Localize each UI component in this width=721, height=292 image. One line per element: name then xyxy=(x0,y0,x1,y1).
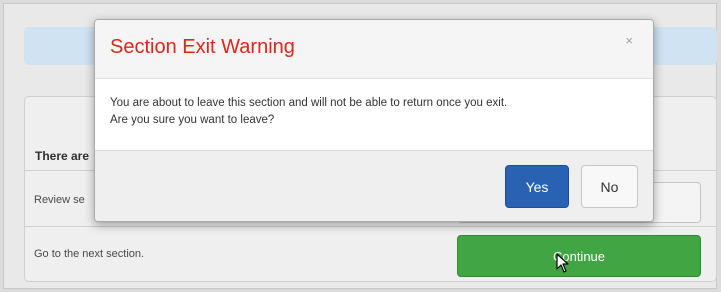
dialog-message: You are about to leave this section and … xyxy=(110,95,630,129)
dialog-title: Section Exit Warning xyxy=(110,36,295,58)
next-section-text: Go to the next section. xyxy=(34,248,145,260)
continue-button[interactable]: Continue xyxy=(457,235,701,277)
exit-warning-dialog: Section Exit Warning × You are about to … xyxy=(94,19,654,222)
dialog-message-line2: Are you sure you want to leave? xyxy=(110,114,275,126)
next-section-row: Go to the next section. Continue xyxy=(25,226,716,282)
yes-button[interactable]: Yes xyxy=(505,165,569,208)
dialog-header: Section Exit Warning × xyxy=(95,20,653,79)
close-icon[interactable]: × xyxy=(625,33,633,48)
panel-heading: There are xyxy=(35,149,90,163)
mouse-pointer-icon xyxy=(556,253,569,273)
dialog-message-line1: You are about to leave this section and … xyxy=(110,97,508,109)
no-button[interactable]: No xyxy=(581,165,638,208)
dialog-footer: Yes No xyxy=(95,150,653,221)
review-row-text: Review se xyxy=(34,194,85,206)
